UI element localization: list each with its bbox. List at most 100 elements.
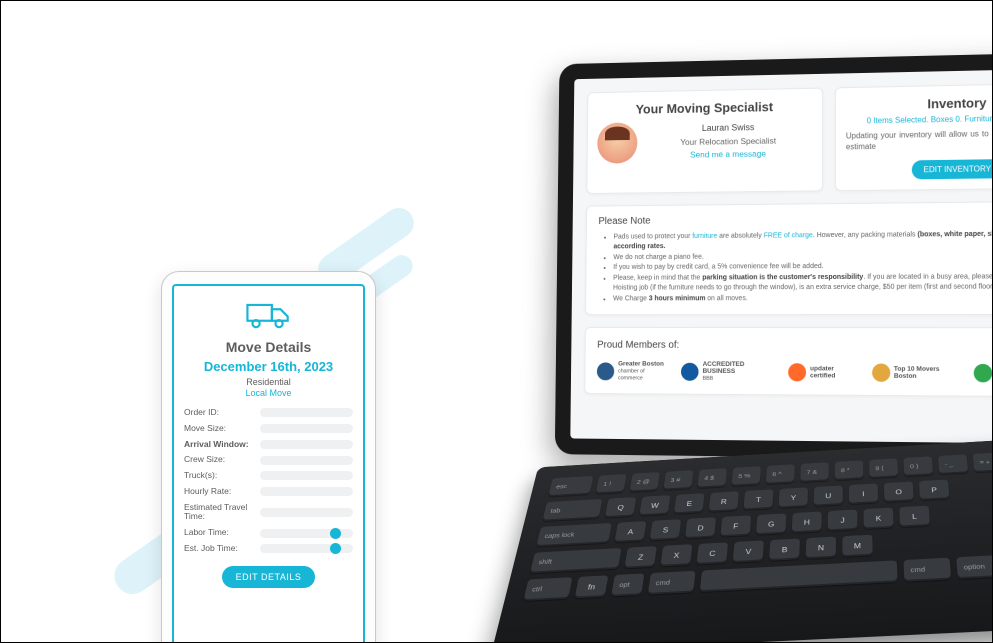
edit-details-button[interactable]: EDIT DETAILS xyxy=(222,566,316,588)
key[interactable]: E xyxy=(674,493,705,514)
phone-screen: Move Details December 16th, 2023 Residen… xyxy=(172,284,365,642)
tablet-screen: Your Moving Specialist Lauran Swiss Your… xyxy=(570,68,992,444)
job-time-slider[interactable] xyxy=(260,544,353,553)
key[interactable]: 1 ! xyxy=(596,474,627,494)
key[interactable]: W xyxy=(639,495,670,516)
key[interactable]: esc xyxy=(548,476,593,497)
crew-size-label: Crew Size: xyxy=(184,455,254,465)
key[interactable]: P xyxy=(919,479,949,500)
key[interactable]: J xyxy=(828,510,858,532)
travel-time-label: Estimated Travel Time: xyxy=(184,503,254,523)
key[interactable]: X xyxy=(660,544,692,566)
key[interactable]: B xyxy=(769,538,800,560)
edit-inventory-button[interactable]: EDIT INVENTORY xyxy=(911,159,992,179)
key[interactable]: D xyxy=(685,517,716,538)
list-item: We Charge 3 hours minimum on all moves. xyxy=(613,293,992,304)
specialist-title: Your Moving Specialist xyxy=(598,99,813,118)
badge-label: Greater Bostonchamber of commerce xyxy=(618,361,668,382)
key[interactable]: 6 ^ xyxy=(766,464,795,484)
key[interactable]: ctrl xyxy=(523,577,572,601)
list-item: Please, keep in mind that the parking si… xyxy=(613,272,992,294)
trucks-value xyxy=(260,471,353,480)
key[interactable]: N xyxy=(806,537,836,559)
key[interactable]: Q xyxy=(605,497,637,518)
tablet-frame: Your Moving Specialist Lauran Swiss Your… xyxy=(555,52,992,461)
key[interactable]: C xyxy=(696,542,728,564)
key[interactable]: L xyxy=(899,506,930,528)
key[interactable]: cmd xyxy=(903,558,951,582)
key[interactable]: opt xyxy=(611,573,644,596)
key[interactable]: = + xyxy=(973,452,992,472)
key[interactable]: 0 ) xyxy=(903,456,933,476)
key[interactable]: Y xyxy=(778,487,808,508)
member-badge: GOOGLE GUARANTEED xyxy=(974,364,992,383)
key[interactable]: shift xyxy=(530,548,622,573)
inventory-title: Inventory xyxy=(846,94,992,113)
badge-icon xyxy=(788,363,806,381)
key[interactable]: F xyxy=(720,515,751,537)
inventory-card: Inventory 0 Items Selected. Boxes 0. Fur… xyxy=(835,82,992,190)
key[interactable]: option xyxy=(956,555,992,579)
key[interactable]: 4 $ xyxy=(697,468,727,488)
key[interactable]: S xyxy=(650,519,682,540)
key[interactable]: 2 @ xyxy=(629,472,660,492)
hourly-rate-value xyxy=(260,487,353,496)
key[interactable]: cmd xyxy=(648,571,696,595)
arrival-window-value xyxy=(260,440,353,449)
please-note-card: Please Note Pads used to protect your fu… xyxy=(585,200,992,315)
move-size-value xyxy=(260,424,353,433)
key[interactable]: 3 # xyxy=(663,470,693,490)
key[interactable]: H xyxy=(792,511,822,533)
key[interactable] xyxy=(700,560,898,592)
inventory-summary: 0 Items Selected. Boxes 0. Furniture 0. xyxy=(867,114,992,125)
key[interactable]: T xyxy=(743,489,773,510)
badge-icon xyxy=(974,364,992,382)
order-id-label: Order ID: xyxy=(184,408,254,418)
key[interactable]: fn xyxy=(575,575,609,598)
key[interactable]: Z xyxy=(624,546,657,568)
truck-icon xyxy=(184,300,353,335)
badge-icon xyxy=(681,362,699,380)
arrival-window-label: Arrival Window: xyxy=(184,440,254,450)
key[interactable]: caps lock xyxy=(536,523,612,547)
key[interactable]: O xyxy=(884,481,914,502)
key[interactable]: 5 % xyxy=(731,466,761,486)
member-badge: Greater Bostonchamber of commerce xyxy=(597,361,668,382)
travel-time-value xyxy=(260,508,353,517)
key[interactable]: G xyxy=(756,513,786,535)
send-message-link[interactable]: Send me a message xyxy=(645,147,812,163)
key[interactable]: K xyxy=(864,508,894,530)
key[interactable]: A xyxy=(614,521,646,542)
key[interactable]: 7 & xyxy=(800,462,829,482)
key[interactable]: 8 * xyxy=(835,460,864,480)
labor-time-slider[interactable] xyxy=(260,529,353,538)
members-card: Proud Members of: Greater Bostonchamber … xyxy=(584,327,992,397)
keyboard: esc1 !2 @3 #4 $5 %6 ^7 &8 *9 (0 )- _= +d… xyxy=(491,430,992,642)
crew-size-value xyxy=(260,456,353,465)
move-scope: Local Move xyxy=(184,388,353,398)
labor-time-label: Labor Time: xyxy=(184,528,254,538)
trucks-label: Truck(s): xyxy=(184,471,254,481)
key[interactable]: 9 ( xyxy=(869,458,898,478)
key[interactable]: - _ xyxy=(938,454,968,474)
badge-label: updater certified xyxy=(810,365,858,379)
badge-icon xyxy=(872,363,890,381)
badge-label: Top 10 Movers Boston xyxy=(894,365,960,380)
phone-frame: Move Details December 16th, 2023 Residen… xyxy=(161,271,376,642)
move-size-label: Move Size: xyxy=(184,424,254,434)
key[interactable]: V xyxy=(733,540,764,562)
key[interactable]: R xyxy=(709,491,739,512)
order-id-value xyxy=(260,408,353,417)
please-note-title: Please Note xyxy=(598,212,992,227)
key[interactable]: I xyxy=(849,483,878,504)
specialist-card: Your Moving Specialist Lauran Swiss Your… xyxy=(586,88,823,194)
key[interactable]: tab xyxy=(542,499,602,521)
move-type: Residential xyxy=(184,377,353,387)
badge-icon xyxy=(597,362,614,380)
key[interactable]: M xyxy=(842,535,872,557)
member-badge: Top 10 Movers Boston xyxy=(872,363,960,382)
avatar xyxy=(597,122,637,163)
key[interactable]: U xyxy=(814,485,843,506)
list-item: Pads used to protect your furniture are … xyxy=(613,229,992,253)
members-title: Proud Members of: xyxy=(597,340,992,352)
